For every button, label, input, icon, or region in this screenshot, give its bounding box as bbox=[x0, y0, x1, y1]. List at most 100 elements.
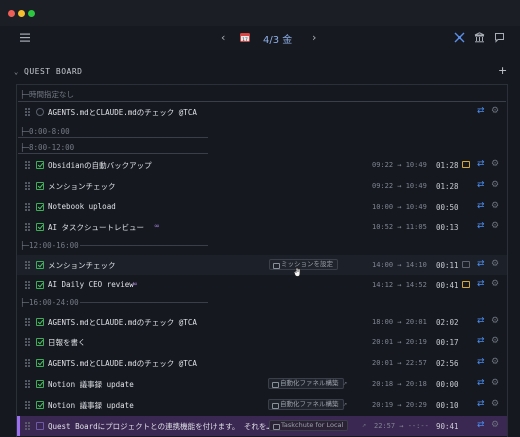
task-times[interactable]: 20:19 → 20:29 bbox=[372, 401, 427, 409]
task-checkbox[interactable] bbox=[36, 318, 44, 326]
repeat-icon[interactable]: ⇄ bbox=[477, 201, 485, 211]
drag-handle-icon[interactable] bbox=[25, 203, 30, 211]
task-times[interactable]: 20:01 → 20:19 bbox=[372, 338, 427, 346]
repeat-icon[interactable]: ⇄ bbox=[477, 259, 485, 269]
task-duration[interactable]: 00:00 bbox=[436, 380, 459, 389]
task-times[interactable]: 14:00 → 14:10 bbox=[372, 261, 427, 269]
task-checkbox[interactable] bbox=[36, 281, 44, 289]
task-checkbox[interactable] bbox=[36, 380, 44, 388]
close-window-button[interactable] bbox=[8, 10, 15, 17]
task-row[interactable]: Notion 議事録 update 自動化ファネル構築 ↗ 20:19 → 20… bbox=[17, 395, 507, 415]
prev-day-button[interactable]: ‹ bbox=[221, 31, 225, 44]
task-row[interactable]: Notebook upload 10:00 → 10:49 00:50 ⇄ ⚙ bbox=[17, 197, 507, 217]
gear-icon[interactable]: ⚙ bbox=[491, 201, 499, 211]
hamburger-menu-icon[interactable] bbox=[20, 33, 30, 42]
gear-icon[interactable]: ⚙ bbox=[491, 159, 499, 169]
add-task-button[interactable]: + bbox=[498, 64, 507, 77]
gear-icon[interactable]: ⚙ bbox=[491, 336, 499, 346]
task-duration[interactable]: 90:41 bbox=[436, 422, 459, 431]
task-duration[interactable]: 02:56 bbox=[436, 359, 459, 368]
drag-handle-icon[interactable] bbox=[25, 380, 30, 388]
drag-handle-icon[interactable] bbox=[25, 261, 30, 269]
task-duration[interactable]: 00:17 bbox=[436, 338, 459, 347]
gear-icon[interactable]: ⚙ bbox=[491, 316, 499, 326]
task-row[interactable]: メンションチェック 09:22 → 10:49 01:28 ⇄ ⚙ bbox=[17, 176, 507, 196]
drag-handle-icon[interactable] bbox=[25, 338, 30, 346]
repeat-icon[interactable]: ⇄ bbox=[477, 316, 485, 326]
task-row[interactable]: AI タスクシュートレビュー ∞ 10:52 → 11:05 00:13 ⇄ ⚙ bbox=[17, 217, 507, 237]
archive-icon[interactable] bbox=[474, 32, 485, 43]
project-tag[interactable]: Taskchute for Local bbox=[269, 420, 349, 431]
task-duration[interactable]: 00:10 bbox=[436, 401, 459, 410]
task-times[interactable]: 20:18 → 20:18 bbox=[372, 380, 427, 388]
task-name[interactable]: AI タスクシュートレビュー bbox=[48, 222, 144, 233]
gear-icon[interactable]: ⚙ bbox=[491, 357, 499, 367]
drag-handle-icon[interactable] bbox=[25, 401, 30, 409]
gear-icon[interactable]: ⚙ bbox=[491, 221, 499, 231]
repeat-icon[interactable]: ⇄ bbox=[477, 180, 485, 190]
task-checkbox[interactable] bbox=[36, 182, 44, 190]
task-name[interactable]: AGENTS.mdとCLAUDE.mdのチェック @TCA bbox=[48, 107, 197, 118]
drag-handle-icon[interactable] bbox=[25, 359, 30, 367]
task-duration[interactable]: 01:28 bbox=[436, 161, 459, 170]
task-name[interactable]: 日報を書く bbox=[48, 337, 86, 348]
external-link-icon[interactable]: ↗ bbox=[343, 379, 347, 387]
task-duration[interactable]: 00:41 bbox=[436, 281, 459, 290]
task-name[interactable]: Quest Boardにプロジェクトとの連携機能を付けます。 それを… bbox=[48, 421, 271, 432]
task-name[interactable]: メンションチェック bbox=[48, 181, 116, 192]
tools-icon[interactable] bbox=[454, 32, 465, 43]
task-checkbox[interactable] bbox=[36, 422, 44, 430]
drag-handle-icon[interactable] bbox=[25, 281, 30, 289]
task-name[interactable]: Notion 議事録 update bbox=[48, 400, 134, 411]
gear-icon[interactable]: ⚙ bbox=[491, 279, 499, 289]
task-times[interactable]: 10:52 → 11:05 bbox=[372, 223, 427, 231]
task-name[interactable]: Obsidianの自動バックアップ bbox=[48, 160, 152, 171]
repeat-icon[interactable]: ⇄ bbox=[477, 279, 485, 289]
task-times[interactable]: 14:12 → 14:52 bbox=[372, 281, 427, 289]
task-duration[interactable]: 01:28 bbox=[436, 182, 459, 191]
calendar-icon[interactable]: 17 bbox=[240, 32, 250, 42]
drag-handle-icon[interactable] bbox=[25, 223, 30, 231]
task-checkbox[interactable] bbox=[36, 203, 44, 211]
gear-icon[interactable]: ⚙ bbox=[491, 259, 499, 269]
section-header[interactable]: ├─時間指定なし bbox=[20, 89, 74, 100]
task-row[interactable]: Obsidianの自動バックアップ 09:22 → 10:49 01:28 ⇄ … bbox=[17, 155, 507, 175]
task-row[interactable]: メンションチェック ミッションを設定 14:00 → 14:10 00:11 ⇄… bbox=[17, 255, 507, 275]
task-checkbox[interactable] bbox=[36, 223, 44, 231]
next-day-button[interactable]: › bbox=[312, 31, 316, 44]
task-checkbox[interactable] bbox=[36, 401, 44, 409]
task-checkbox[interactable] bbox=[36, 261, 44, 269]
task-name[interactable]: AGENTS.mdとCLAUDE.mdのチェック @TCA bbox=[48, 358, 197, 369]
task-row[interactable]: AGENTS.mdとCLAUDE.mdのチェック @TCA 20:01 → 22… bbox=[17, 353, 507, 373]
repeat-icon[interactable]: ⇄ bbox=[477, 106, 485, 116]
project-tag[interactable]: ミッションを設定 bbox=[269, 259, 338, 270]
drag-handle-icon[interactable] bbox=[25, 182, 30, 190]
drag-handle-icon[interactable] bbox=[25, 318, 30, 326]
task-times[interactable]: 22:57 → --:-- bbox=[374, 422, 429, 430]
gear-icon[interactable]: ⚙ bbox=[491, 399, 499, 409]
collapse-chevron-icon[interactable]: ⌄ bbox=[14, 68, 18, 76]
current-date[interactable]: 4/3 金 bbox=[263, 31, 292, 46]
repeat-icon[interactable]: ⇄ bbox=[477, 357, 485, 367]
task-row[interactable]: Notion 議事録 update 自動化ファネル構築 ↗ 20:18 → 20… bbox=[17, 374, 507, 394]
task-name[interactable]: Notebook upload bbox=[48, 202, 116, 211]
section-header[interactable]: ├─16:00-24:00 bbox=[20, 298, 79, 307]
task-name[interactable]: Notion 議事録 update bbox=[48, 379, 134, 390]
link-icon[interactable]: ∞ bbox=[154, 222, 160, 230]
task-row[interactable]: AI Daily CEO review ∞ 14:12 → 14:52 00:4… bbox=[17, 275, 507, 295]
gear-icon[interactable]: ⚙ bbox=[491, 106, 499, 116]
drag-handle-icon[interactable] bbox=[25, 161, 30, 169]
task-duration[interactable]: 00:13 bbox=[436, 223, 459, 232]
comment-icon[interactable] bbox=[462, 261, 470, 268]
repeat-icon[interactable]: ⇄ bbox=[477, 336, 485, 346]
task-status-circle-icon[interactable] bbox=[36, 108, 44, 116]
repeat-icon[interactable]: ⇄ bbox=[477, 378, 485, 388]
external-link-icon[interactable]: ↗ bbox=[362, 421, 366, 429]
task-row[interactable]: AGENTS.mdとCLAUDE.mdのチェック @TCA ⇄ ⚙ bbox=[17, 102, 507, 122]
gear-icon[interactable]: ⚙ bbox=[491, 180, 499, 190]
task-checkbox[interactable] bbox=[36, 338, 44, 346]
comment-icon[interactable] bbox=[462, 281, 470, 288]
link-icon[interactable]: ∞ bbox=[132, 280, 138, 288]
section-header[interactable]: ├─0:00-8:00 bbox=[20, 127, 70, 136]
task-times[interactable]: 09:22 → 10:49 bbox=[372, 161, 427, 169]
